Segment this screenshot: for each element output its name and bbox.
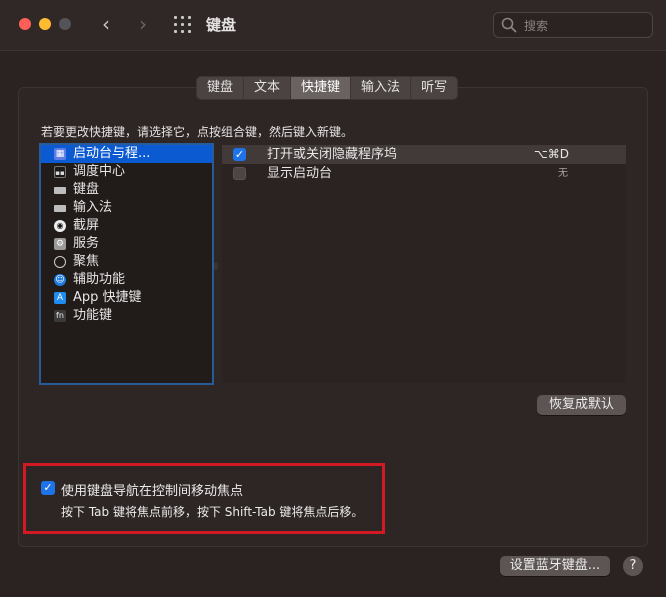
category-label: 功能键 <box>73 308 113 323</box>
keyboard-navigation-label[interactable]: 使用键盘导航在控制间移动焦点 <box>61 480 243 499</box>
keyboard-icon <box>54 205 66 212</box>
shortcut-key[interactable]: 无 <box>558 164 568 183</box>
close-window-button[interactable] <box>19 18 31 30</box>
keyboard-navigation-checkbox[interactable]: ✓ <box>41 481 55 495</box>
shortcut-row[interactable]: ✓ 打开或关闭隐藏程序坞 ⌥⌘D <box>222 145 626 164</box>
keyboard-icon <box>54 187 66 194</box>
category-input-sources[interactable]: 输入法 <box>41 199 212 217</box>
shortcut-checkbox[interactable]: ✓ <box>233 148 246 161</box>
category-label: 截屏 <box>73 218 100 233</box>
category-screenshots[interactable]: ◉ 截屏 <box>41 217 212 235</box>
title-bar: ‹ › 键盘 搜索 <box>0 0 666 51</box>
restore-defaults-button[interactable]: 恢复成默认 <box>537 395 626 415</box>
zoom-window-button[interactable] <box>59 18 71 30</box>
category-label: App 快捷键 <box>73 290 142 305</box>
mission-control-icon: ▪▪ <box>54 166 66 178</box>
instruction-text: 若要更改快捷键，请选择它，点按组合键，然后键入新键。 <box>41 125 354 139</box>
fn-icon: fn <box>54 310 66 322</box>
gear-icon: ⚙ <box>54 238 66 250</box>
search-icon <box>501 17 517 33</box>
keyboard-navigation-hint: 按下 Tab 键将焦点前移，按下 Shift-Tab 键将焦点后移。 <box>61 505 364 519</box>
window-title: 键盘 <box>206 16 237 34</box>
app-store-icon: A <box>54 292 66 304</box>
category-keyboard[interactable]: 键盘 <box>41 181 212 199</box>
show-all-grid-icon[interactable] <box>174 16 192 34</box>
accessibility-icon: ☺ <box>54 274 66 286</box>
tab-text[interactable]: 文本 <box>244 77 292 99</box>
shortcut-list: ✓ 打开或关闭隐藏程序坞 ⌥⌘D 显示启动台 无 <box>222 145 626 383</box>
forward-button[interactable]: › <box>131 11 155 37</box>
help-button[interactable]: ? <box>623 556 643 576</box>
category-function-keys[interactable]: fn 功能键 <box>41 307 212 325</box>
shortcut-key[interactable]: ⌥⌘D <box>534 145 569 164</box>
search-placeholder: 搜索 <box>524 19 549 33</box>
shortcut-label: 显示启动台 <box>267 166 333 181</box>
category-launchpad[interactable]: ▦ 启动台与程... <box>41 145 212 163</box>
screenshot-icon: ◉ <box>54 220 66 232</box>
category-mission-control[interactable]: ▪▪ 调度中心 <box>41 163 212 181</box>
category-label: 聚焦 <box>73 254 100 269</box>
back-button[interactable]: ‹ <box>94 11 118 37</box>
category-label: 键盘 <box>73 182 100 197</box>
split-view-divider[interactable] <box>214 262 218 270</box>
category-label: 调度中心 <box>73 164 126 179</box>
category-label: 输入法 <box>73 200 113 215</box>
spotlight-icon <box>54 256 66 268</box>
tab-bar: 键盘 文本 快捷键 输入法 听写 <box>196 76 459 100</box>
category-app-shortcuts[interactable]: A App 快捷键 <box>41 289 212 307</box>
launchpad-icon: ▦ <box>54 148 66 160</box>
tab-shortcuts[interactable]: 快捷键 <box>291 77 352 99</box>
shortcut-checkbox[interactable] <box>233 167 246 180</box>
shortcut-label: 打开或关闭隐藏程序坞 <box>267 147 398 162</box>
minimize-window-button[interactable] <box>39 18 51 30</box>
shortcut-row[interactable]: 显示启动台 无 <box>222 164 626 183</box>
category-label: 辅助功能 <box>73 272 126 287</box>
category-accessibility[interactable]: ☺ 辅助功能 <box>41 271 212 289</box>
shortcut-category-list: ▦ 启动台与程... ▪▪ 调度中心 键盘 输入法 ◉ 截屏 ⚙ 服务 聚焦 ☺… <box>39 143 214 385</box>
tab-input-sources[interactable]: 输入法 <box>351 77 412 99</box>
tab-dictation[interactable]: 听写 <box>411 77 457 99</box>
category-services[interactable]: ⚙ 服务 <box>41 235 212 253</box>
category-spotlight[interactable]: 聚焦 <box>41 253 212 271</box>
category-label: 启动台与程... <box>73 146 151 161</box>
setup-bluetooth-keyboard-button[interactable]: 设置蓝牙键盘... <box>500 556 610 576</box>
category-label: 服务 <box>73 236 100 251</box>
tab-keyboard[interactable]: 键盘 <box>197 77 245 99</box>
search-field[interactable]: 搜索 <box>493 12 653 38</box>
